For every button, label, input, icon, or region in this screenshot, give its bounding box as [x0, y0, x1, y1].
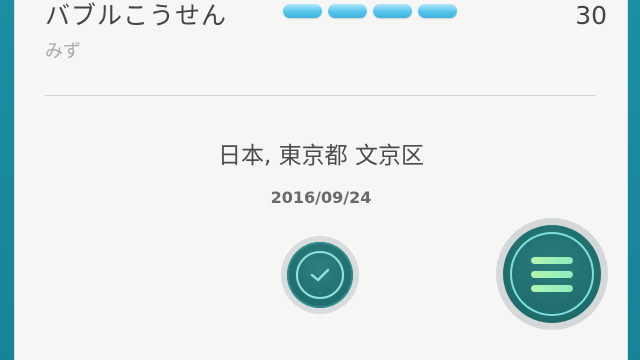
energy-bars [283, 4, 457, 20]
divider [45, 95, 596, 96]
menu-line [531, 256, 573, 264]
capture-location: 日本, 東京都 文京区 [218, 143, 424, 169]
move-row: バブルこうせん 30 [45, 0, 607, 34]
hamburger-menu-icon [531, 256, 573, 292]
screen-frame: バブルこうせん 30 みず 日本, 東京都 文京区 2016/09/24 [0, 0, 640, 360]
energy-bar-segment [418, 4, 457, 18]
appraise-button[interactable] [281, 236, 359, 314]
move-name: バブルこうせん [45, 1, 228, 30]
move-type: みず [45, 41, 81, 62]
menu-button-ring [510, 232, 594, 316]
check-icon [310, 268, 330, 282]
energy-bar-segment [283, 4, 322, 18]
menu-button[interactable] [496, 218, 608, 330]
pokemon-detail-panel: バブルこうせん 30 みず 日本, 東京都 文京区 2016/09/24 [14, 0, 628, 360]
capture-date: 2016/09/24 [270, 188, 372, 207]
appraise-button-ring [296, 251, 344, 299]
menu-line [531, 270, 573, 278]
move-power: 30 [575, 1, 607, 30]
menu-line [531, 284, 573, 292]
menu-button-face [503, 225, 601, 323]
energy-bar-segment [328, 4, 367, 18]
energy-bar-segment [373, 4, 412, 18]
appraise-button-face [287, 242, 353, 308]
